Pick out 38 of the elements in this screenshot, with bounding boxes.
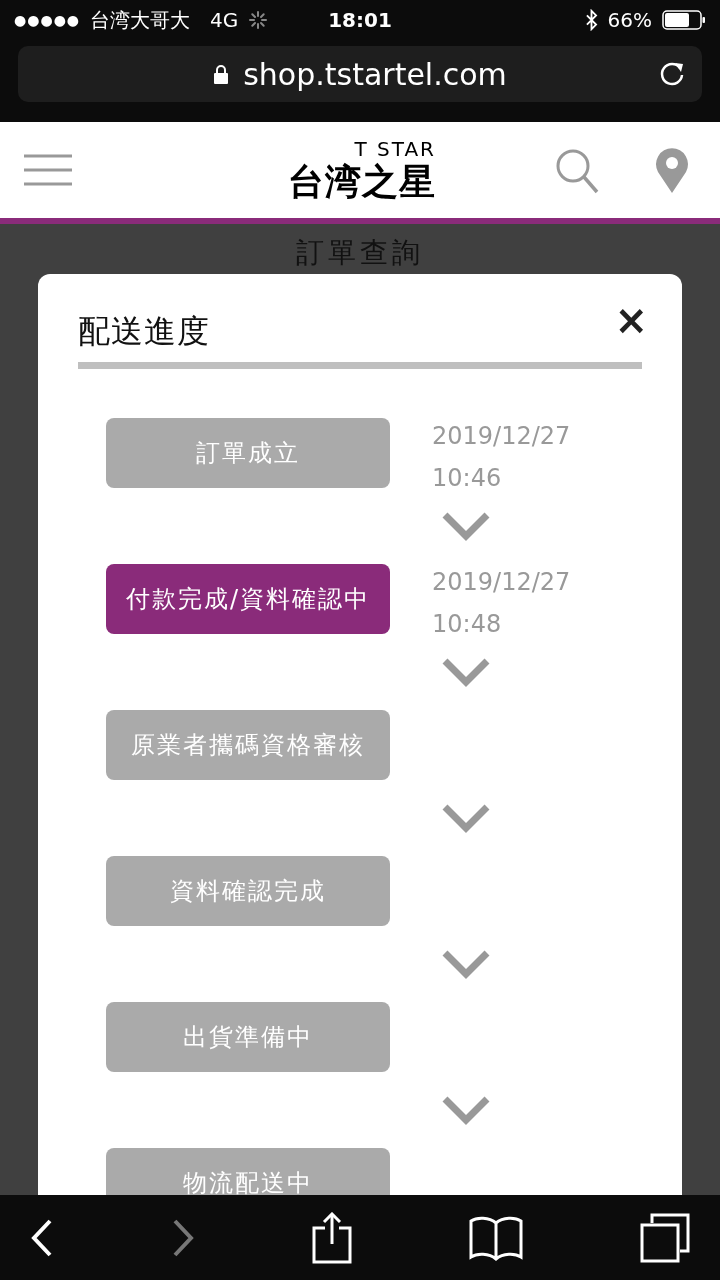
forward-icon[interactable] [171, 1217, 195, 1258]
status-step: 付款完成/資料確認中 [106, 564, 390, 634]
status-step: 訂單成立 [106, 418, 390, 488]
step-date: 2019/12/27 [432, 421, 572, 452]
tabs-icon[interactable] [640, 1212, 690, 1263]
modal-title: 配送進度 [78, 311, 210, 352]
step-time: 10:46 [432, 463, 503, 494]
lock-icon [213, 64, 230, 84]
bookmarks-icon[interactable] [469, 1214, 523, 1261]
chevron-down-icon [441, 949, 491, 979]
logo-subtitle: T STAR [354, 138, 436, 160]
battery-icon [662, 10, 706, 30]
clock-time: 18:01 [328, 8, 392, 32]
signal-dots: ●●●●● [14, 12, 81, 28]
logo-text: 台湾之星 [288, 160, 436, 204]
chevron-down-icon [441, 1095, 491, 1125]
carrier-name: 台湾大哥大 [90, 6, 191, 34]
bluetooth-icon [584, 9, 598, 31]
battery-percent: 66% [607, 8, 652, 32]
status-step: 原業者攜碼資格審核 [106, 710, 390, 780]
chevron-down-icon [441, 657, 491, 687]
chevron-down-icon [441, 803, 491, 833]
location-pin-icon[interactable] [654, 146, 690, 194]
spinner-icon [248, 10, 269, 30]
address-bar[interactable]: shop.tstartel.com [18, 46, 702, 102]
close-button[interactable]: × [614, 300, 648, 340]
share-icon[interactable] [312, 1211, 352, 1264]
search-icon[interactable] [555, 148, 599, 194]
back-icon[interactable] [30, 1217, 54, 1258]
chevron-down-icon [441, 511, 491, 541]
reload-icon[interactable] [658, 60, 686, 88]
status-step: 資料確認完成 [106, 856, 390, 926]
network-type: 4G [210, 8, 239, 32]
status-step: 出貨準備中 [106, 1002, 390, 1072]
status-step: 物流配送中 [106, 1148, 390, 1195]
step-time: 10:48 [432, 609, 503, 640]
menu-icon[interactable] [24, 153, 72, 187]
step-date: 2019/12/27 [432, 567, 572, 598]
